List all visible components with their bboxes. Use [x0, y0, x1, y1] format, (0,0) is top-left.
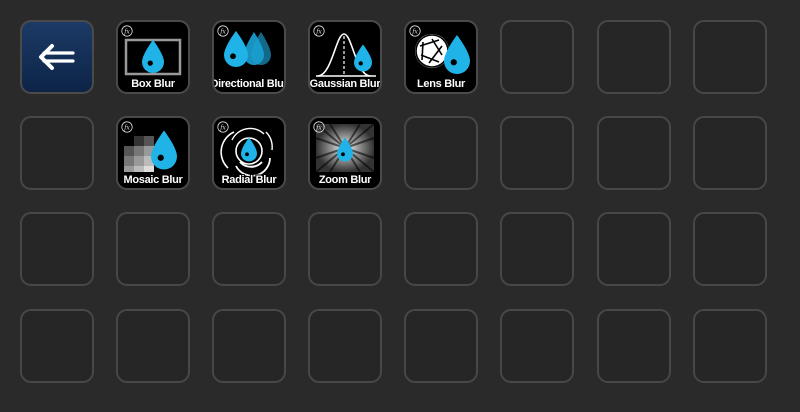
- radial-blur-button[interactable]: Radial Blur: [212, 116, 286, 190]
- empty-key[interactable]: [597, 212, 671, 286]
- empty-key[interactable]: [693, 116, 767, 190]
- empty-key[interactable]: [404, 212, 478, 286]
- key-label: Lens Blur: [416, 78, 466, 90]
- key-label: Zoom Blur: [318, 174, 372, 186]
- empty-key[interactable]: [308, 309, 382, 383]
- empty-key[interactable]: [597, 309, 671, 383]
- mosaic-blur-button[interactable]: Mosaic Blur: [116, 116, 190, 190]
- empty-key[interactable]: [597, 20, 671, 94]
- stream-deck-key-grid: Box Blur Directional Blur Gaussian Blur: [0, 0, 800, 412]
- box-blur-button[interactable]: Box Blur: [116, 20, 190, 94]
- back-button[interactable]: [20, 20, 94, 94]
- empty-key[interactable]: [500, 309, 574, 383]
- directional-blur-button[interactable]: Directional Blur: [212, 20, 286, 94]
- empty-key[interactable]: [404, 309, 478, 383]
- key-label: Mosaic Blur: [123, 174, 183, 186]
- empty-key[interactable]: [693, 309, 767, 383]
- lens-blur-button[interactable]: Lens Blur: [404, 20, 478, 94]
- empty-key[interactable]: [212, 212, 286, 286]
- empty-key[interactable]: [693, 212, 767, 286]
- key-label: Gaussian Blur: [309, 78, 381, 90]
- empty-key[interactable]: [597, 116, 671, 190]
- empty-key[interactable]: [20, 116, 94, 190]
- gaussian-blur-button[interactable]: Gaussian Blur: [308, 20, 382, 94]
- empty-key[interactable]: [116, 212, 190, 286]
- empty-key[interactable]: [500, 116, 574, 190]
- key-label: Radial Blur: [221, 174, 277, 186]
- empty-key[interactable]: [20, 212, 94, 286]
- empty-key[interactable]: [404, 116, 478, 190]
- empty-key[interactable]: [500, 212, 574, 286]
- key-label: Directional Blur: [212, 78, 286, 90]
- empty-key[interactable]: [116, 309, 190, 383]
- empty-key[interactable]: [212, 309, 286, 383]
- empty-key[interactable]: [20, 309, 94, 383]
- zoom-blur-button[interactable]: Zoom Blur: [308, 116, 382, 190]
- empty-key[interactable]: [693, 20, 767, 94]
- key-label: Box Blur: [131, 78, 175, 90]
- back-arrow-icon: [39, 44, 75, 70]
- empty-key[interactable]: [500, 20, 574, 94]
- empty-key[interactable]: [308, 212, 382, 286]
